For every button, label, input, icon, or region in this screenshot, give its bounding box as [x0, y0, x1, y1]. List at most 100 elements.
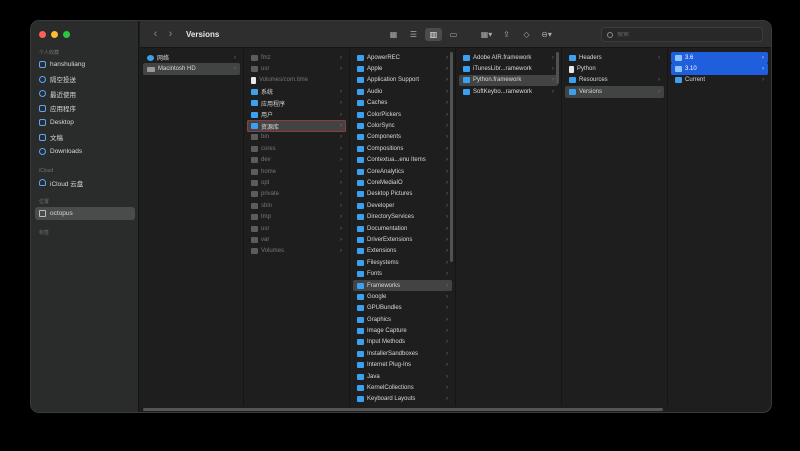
- list-item[interactable]: Extensions ›: [353, 246, 452, 257]
- list-item[interactable]: Macintosh HD ›: [143, 63, 240, 75]
- forward-button[interactable]: ›: [163, 28, 178, 40]
- item-label: Versions: [579, 88, 603, 95]
- list-item[interactable]: Keyboard Layouts ›: [353, 394, 452, 405]
- list-item[interactable]: opt ›: [247, 177, 346, 188]
- horizontal-scrollbar[interactable]: [143, 408, 663, 411]
- list-item[interactable]: usr ›: [247, 63, 346, 74]
- list-item[interactable]: dev ›: [247, 155, 346, 166]
- list-item[interactable]: home ›: [247, 166, 346, 177]
- back-button[interactable]: ‹: [148, 28, 163, 40]
- list-item[interactable]: Python: [565, 63, 664, 74]
- gallery-view-button[interactable]: ▭: [445, 28, 462, 41]
- list-item[interactable]: ApowerREC ›: [353, 52, 452, 63]
- list-item[interactable]: iTunesLibr...ramework ›: [459, 63, 558, 74]
- folder-icon: [251, 191, 258, 198]
- list-item[interactable]: Versions ›: [565, 86, 664, 98]
- minimize-button[interactable]: [51, 31, 58, 38]
- list-item[interactable]: Desktop Pictures ›: [353, 189, 452, 200]
- list-item[interactable]: 资源库 ›: [247, 120, 346, 132]
- list-item[interactable]: fmz ›: [247, 52, 346, 63]
- list-item[interactable]: GPUBundles ›: [353, 303, 452, 314]
- sidebar-item-icloud-drive[interactable]: iCloud 云盘: [35, 176, 135, 189]
- list-item[interactable]: DriverExtensions ›: [353, 234, 452, 245]
- list-item[interactable]: Adobe AIR.framework ›: [459, 52, 558, 63]
- folder-icon: [357, 66, 364, 73]
- item-label: Developer: [367, 202, 395, 209]
- list-item[interactable]: Compositions ›: [353, 143, 452, 154]
- chevron-right-icon: ›: [340, 248, 342, 255]
- group-button[interactable]: ▦▾: [478, 28, 495, 41]
- chevron-right-icon: ›: [762, 66, 764, 73]
- list-item[interactable]: 3.6 ›: [671, 52, 768, 64]
- list-item[interactable]: Internet Plug-Ins ›: [353, 360, 452, 371]
- item-label: Input Methods: [367, 339, 406, 346]
- list-item[interactable]: ColorPickers ›: [353, 109, 452, 120]
- list-item[interactable]: tmp ›: [247, 211, 346, 222]
- item-label: CoreMediaIO: [367, 179, 403, 186]
- list-item[interactable]: CoreAnalytics ›: [353, 166, 452, 177]
- list-item[interactable]: Java ›: [353, 371, 452, 382]
- icon-view-button[interactable]: ▦: [385, 28, 402, 41]
- list-item[interactable]: Caches ›: [353, 98, 452, 109]
- list-item[interactable]: var ›: [247, 234, 346, 245]
- list-item[interactable]: bin ›: [247, 132, 346, 143]
- sidebar-item-airdrop[interactable]: 隔空投送: [35, 73, 135, 86]
- list-item[interactable]: 应用程序 ›: [247, 98, 346, 109]
- sidebar-item-documents[interactable]: 文稿: [35, 131, 135, 144]
- chevron-right-icon: ›: [340, 66, 342, 73]
- share-button[interactable]: ⇪: [498, 28, 515, 41]
- vertical-scrollbar[interactable]: [556, 52, 559, 84]
- item-label: GPUBundles: [367, 305, 402, 312]
- list-item[interactable]: Apple ›: [353, 63, 452, 74]
- list-item[interactable]: Fonts ›: [353, 268, 452, 279]
- list-item[interactable]: Python.framework ›: [459, 74, 558, 87]
- list-item[interactable]: Frameworks ›: [353, 279, 452, 292]
- list-item[interactable]: 网络 ›: [143, 52, 240, 63]
- list-item[interactable]: Graphics ›: [353, 314, 452, 325]
- list-item[interactable]: SoftKeybo...ramework ›: [459, 86, 558, 97]
- list-item[interactable]: Documentation ›: [353, 223, 452, 234]
- close-button[interactable]: [39, 31, 46, 38]
- search-input[interactable]: [617, 31, 747, 38]
- list-item[interactable]: Filesystems ›: [353, 257, 452, 268]
- sidebar-item-recents[interactable]: 最近使用: [35, 87, 135, 100]
- list-item[interactable]: Volumes/com.time: [247, 75, 346, 86]
- list-item[interactable]: 3.10 ›: [671, 63, 768, 75]
- list-item[interactable]: CoreMediaIO ›: [353, 177, 452, 188]
- list-item[interactable]: Input Methods ›: [353, 337, 452, 348]
- list-item[interactable]: Application Support ›: [353, 75, 452, 86]
- list-item[interactable]: Headers ›: [565, 52, 664, 63]
- list-item[interactable]: 系统 ›: [247, 86, 346, 97]
- list-item[interactable]: Google ›: [353, 291, 452, 302]
- folder-icon: [357, 259, 364, 266]
- search-field[interactable]: [601, 27, 763, 42]
- list-item[interactable]: cores ›: [247, 143, 346, 154]
- list-item[interactable]: private ›: [247, 189, 346, 200]
- list-view-button[interactable]: ☰: [405, 28, 422, 41]
- vertical-scrollbar[interactable]: [450, 52, 453, 262]
- sidebar-item-home[interactable]: hanshuliang: [35, 58, 135, 71]
- list-item[interactable]: Developer ›: [353, 200, 452, 211]
- list-item[interactable]: ColorSync ›: [353, 120, 452, 131]
- list-item[interactable]: Resources ›: [565, 75, 664, 86]
- sidebar-item-desktop[interactable]: Desktop: [35, 116, 135, 129]
- column-view-button[interactable]: ▥: [425, 28, 442, 41]
- list-item[interactable]: DirectoryServices ›: [353, 211, 452, 222]
- list-item[interactable]: Audio ›: [353, 86, 452, 97]
- zoom-button[interactable]: [63, 31, 70, 38]
- list-item[interactable]: Components ›: [353, 132, 452, 143]
- sidebar-item-applications[interactable]: 应用程序: [35, 102, 135, 115]
- list-item[interactable]: usr ›: [247, 223, 346, 234]
- tag-button[interactable]: ◇: [518, 28, 535, 41]
- action-button[interactable]: ⊖▾: [538, 28, 555, 41]
- list-item[interactable]: Current ›: [671, 75, 768, 86]
- list-item[interactable]: Image Capture ›: [353, 325, 452, 336]
- list-item[interactable]: KernelCollections ›: [353, 382, 452, 393]
- list-item[interactable]: sbin ›: [247, 200, 346, 211]
- sidebar-item-downloads[interactable]: Downloads: [35, 145, 135, 158]
- list-item[interactable]: 用户 ›: [247, 109, 346, 120]
- sidebar-item-octopus[interactable]: octopus: [35, 207, 135, 220]
- list-item[interactable]: Contextua...enu Items ›: [353, 155, 452, 166]
- list-item[interactable]: Volumes ›: [247, 246, 346, 257]
- list-item[interactable]: InstallerSandboxes ›: [353, 348, 452, 359]
